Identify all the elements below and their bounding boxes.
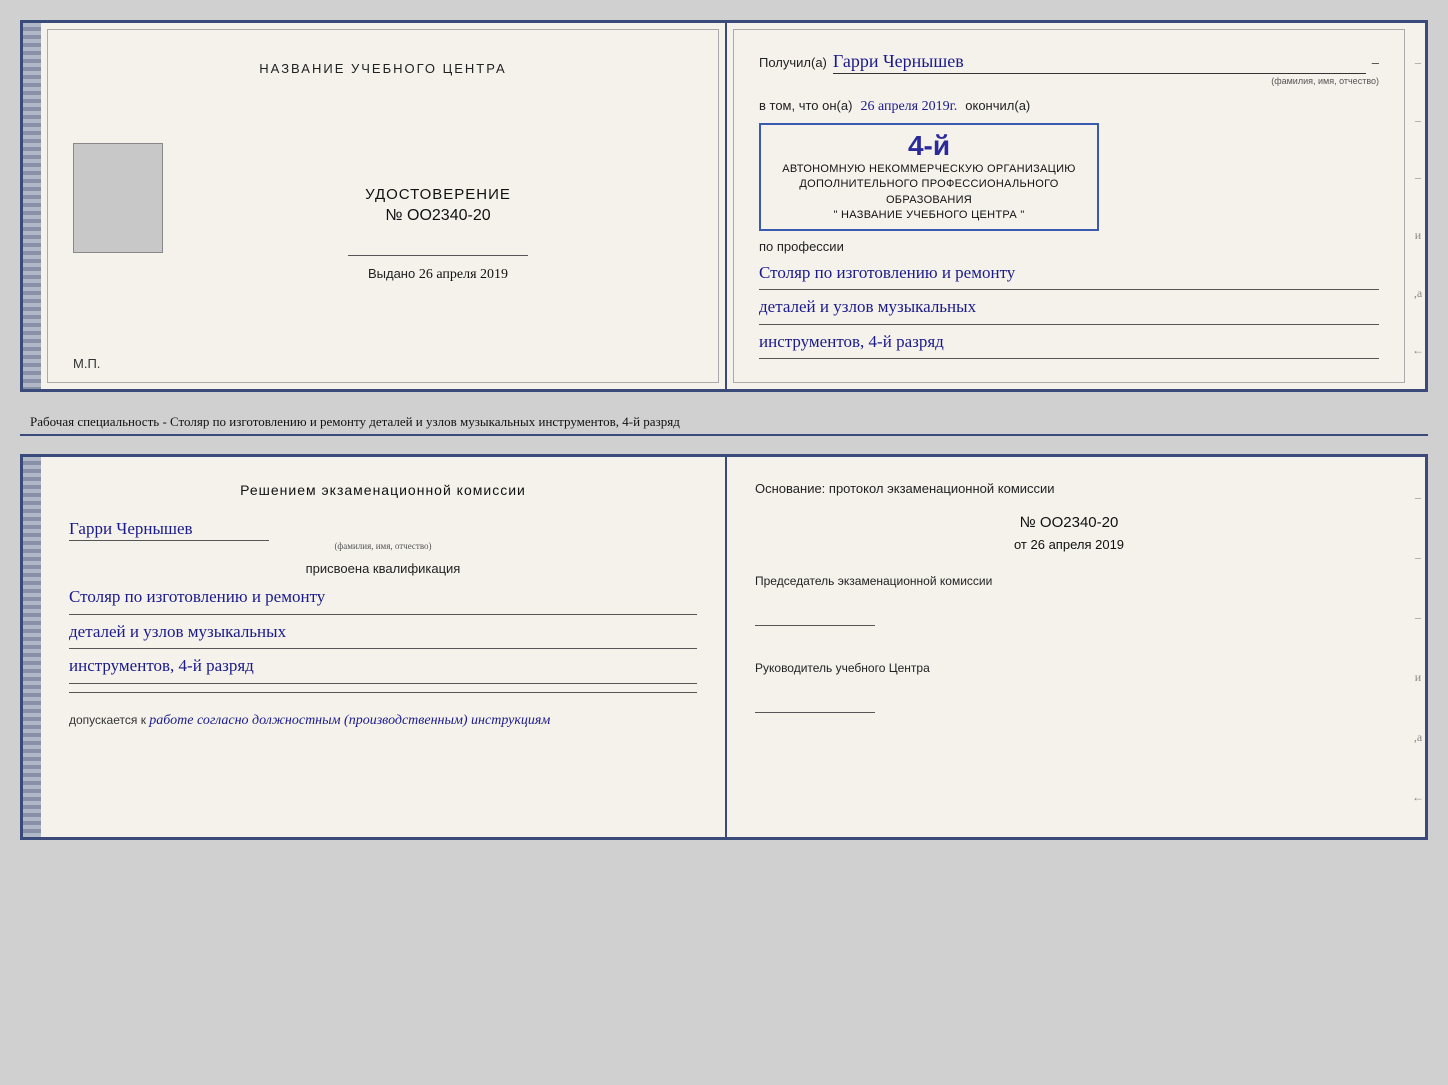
chairman-block: Председатель экзаменационной комиссии [755,572,1383,643]
decision-title: Решением экзаменационной комиссии [69,481,697,501]
dash-mark-2: – [1411,114,1425,126]
bottom-left-spine-strip [23,457,41,837]
stamp-org-line3: " НАЗВАНИЕ УЧЕБНОГО ЦЕНТРА " [771,208,1087,223]
protocol-date-prefix: от [1014,537,1027,552]
director-label: Руководитель учебного Центра [755,659,1383,677]
allowed-text: работе согласно должностным (производств… [149,713,550,728]
org-stamp-block: 4-й АВТОНОМНУЮ НЕКОММЕРЧЕСКУЮ ОРГАНИЗАЦИ… [759,123,1379,231]
allowed-label: допускается к [69,713,146,727]
allowed-line: допускается к работе согласно должностны… [69,713,697,729]
mp-seal-label: М.П. [73,356,100,371]
stamp-border-box: 4-й АВТОНОМНУЮ НЕКОММЕРЧЕСКУЮ ОРГАНИЗАЦИ… [759,123,1099,231]
bottom-dash-2: – [1411,551,1425,563]
protocol-number: № OO2340-20 [755,514,1383,531]
dash-mark-1: – [1411,56,1425,68]
qual-line1: Столяр по изготовлению и ремонту [69,582,697,615]
qual-profession: Столяр по изготовлению и ремонту деталей… [69,582,697,684]
qual-label: присвоена квалификация [69,561,697,576]
issued-line: Выдано 26 апреля 2019 [183,266,693,283]
in-that-label: в том, что он(а) [759,98,852,113]
protocol-date-line: от 26 апреля 2019 [755,537,1383,552]
side-a: ,а [1411,287,1425,299]
right-dashes-strip: – – – и ,а ← [1411,23,1425,389]
name-sub-label: (фамилия, имя, отчество) [839,76,1379,86]
basis-label: Основание: протокол экзаменационной коми… [755,481,1383,496]
bottom-dash-1: – [1411,491,1425,503]
bottom-doc-right-page: Основание: протокол экзаменационной коми… [727,457,1411,837]
bottom-side-and: и [1411,671,1425,683]
issued-label: Выдано [368,266,415,281]
profession-prefix: по профессии [759,239,1379,254]
bottom-recipient-name: Гарри Чернышев [69,519,269,541]
bottom-recipient-line: Гарри Чернышев [69,519,697,541]
date-completion-line: в том, что он(а) 26 апреля 2019г. окончи… [759,98,1379,115]
bottom-side-a: ,а [1411,731,1425,743]
dash-mark-3: – [1411,171,1425,183]
bottom-dash-3: – [1411,611,1425,623]
bottom-document: Решением экзаменационной комиссии Гарри … [20,454,1428,840]
dash-after-name: – [1372,55,1379,70]
director-block: Руководитель учебного Центра [755,659,1383,730]
issued-date: 26 апреля 2019 [419,267,508,282]
bottom-right-dashes-strip: – – – и ,а ← [1411,457,1425,837]
bottom-doc-left-page: Решением экзаменационной комиссии Гарри … [41,457,727,837]
side-and: и [1411,229,1425,241]
top-doc-right-page: Получил(а) Гарри Чернышев – (фамилия, им… [727,23,1411,389]
left-spine-strip [23,23,41,389]
chairman-label: Председатель экзаменационной комиссии [755,572,1383,590]
received-label: Получил(а) [759,55,827,70]
specialty-label: Рабочая специальность - Столяр по изгото… [20,410,1428,436]
profession-line1: Столяр по изготовлению и ремонту [759,258,1379,291]
chairman-signature-line [755,606,875,626]
recipient-name-handwritten: Гарри Чернышев [833,51,1366,74]
qual-line3: инструментов, 4-й разряд [69,651,697,684]
profession-line3: инструментов, 4-й разряд [759,327,1379,360]
bottom-side-arrow: ← [1411,791,1425,803]
top-doc-left-page: НАЗВАНИЕ УЧЕБНОГО ЦЕНТРА УДОСТОВЕРЕНИЕ №… [41,23,727,389]
stamp-org-line1: АВТОНОМНУЮ НЕКОММЕРЧЕСКУЮ ОРГАНИЗАЦИЮ [771,162,1087,177]
training-center-title: НАЗВАНИЕ УЧЕБНОГО ЦЕНТРА [73,61,693,76]
profession-text: Столяр по изготовлению и ремонту деталей… [759,258,1379,360]
profession-line2: деталей и узлов музыкальных [759,292,1379,325]
completion-date: 26 апреля 2019г. [860,99,957,115]
qual-line2: деталей и узлов музыкальных [69,617,697,650]
finished-label: окончил(а) [965,98,1030,113]
side-arrow: ← [1411,344,1425,356]
cert-type-label: УДОСТОВЕРЕНИЕ [183,186,693,203]
director-signature-line [755,693,875,713]
photo-placeholder [73,143,163,253]
stamp-org-line2: ДОПОЛНИТЕЛЬНОГО ПРОФЕССИОНАЛЬНОГО ОБРАЗО… [771,177,1087,208]
stamp-4th: 4-й [771,130,1087,162]
protocol-date: 26 апреля 2019 [1031,537,1125,552]
cert-number: № OO2340-20 [183,207,693,225]
recipient-line: Получил(а) Гарри Чернышев – [759,51,1379,74]
top-document: НАЗВАНИЕ УЧЕБНОГО ЦЕНТРА УДОСТОВЕРЕНИЕ №… [20,20,1428,392]
bottom-name-sub: (фамилия, имя, отчество) [69,541,697,551]
